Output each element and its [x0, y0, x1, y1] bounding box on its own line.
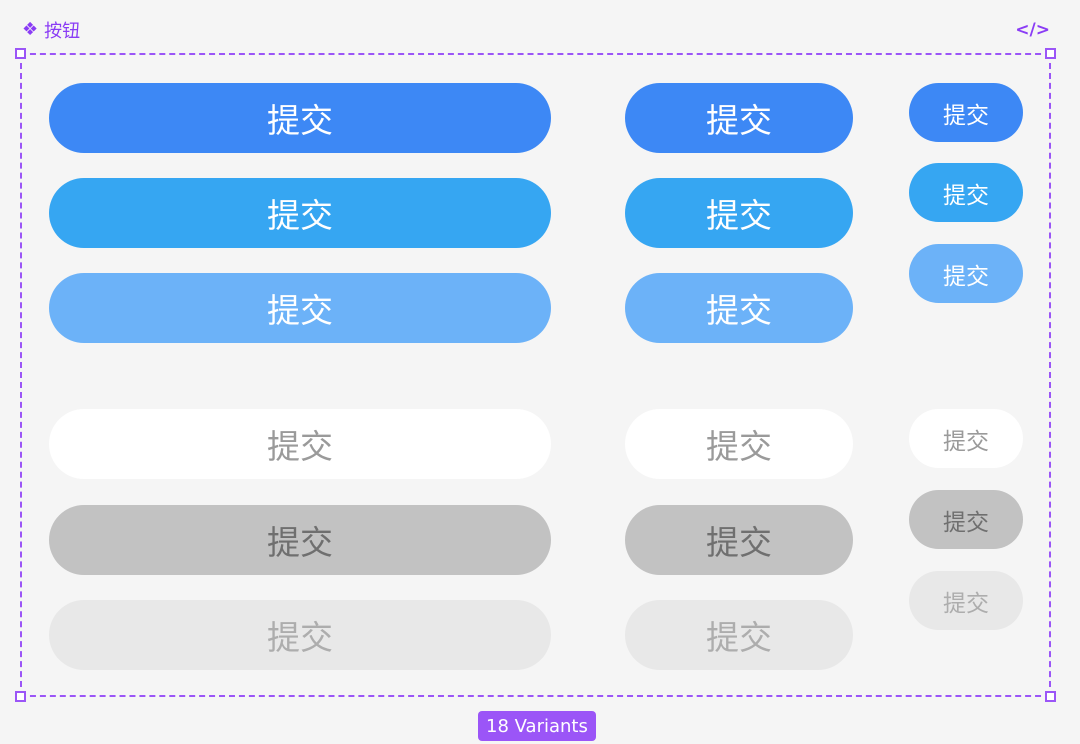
- submit-button-medium-primary-light[interactable]: 提交: [625, 273, 853, 343]
- submit-button-large-primary[interactable]: 提交: [49, 83, 551, 153]
- submit-button-medium-primary-hover[interactable]: 提交: [625, 178, 853, 248]
- variants-count-badge: 18 Variants: [478, 711, 596, 741]
- submit-button-small-pressed[interactable]: 提交: [909, 490, 1023, 549]
- resize-handle-bottom-right[interactable]: [1045, 691, 1056, 702]
- submit-button-large-default[interactable]: 提交: [49, 409, 551, 479]
- submit-button-small-primary[interactable]: 提交: [909, 83, 1023, 142]
- submit-button-large-primary-hover[interactable]: 提交: [49, 178, 551, 248]
- submit-button-large-pressed[interactable]: 提交: [49, 505, 551, 575]
- resize-handle-top-left[interactable]: [15, 48, 26, 59]
- submit-button-small-primary-light[interactable]: 提交: [909, 244, 1023, 303]
- submit-button-small-primary-hover[interactable]: 提交: [909, 163, 1023, 222]
- submit-button-large-primary-light[interactable]: 提交: [49, 273, 551, 343]
- component-title: 按钮: [44, 21, 81, 42]
- component-header: ❖ 按钮: [22, 16, 80, 44]
- submit-button-medium-disabled[interactable]: 提交: [625, 600, 853, 670]
- component-diamond-icon: ❖: [22, 19, 39, 40]
- submit-button-small-default[interactable]: 提交: [909, 409, 1023, 468]
- submit-button-medium-default[interactable]: 提交: [625, 409, 853, 479]
- code-view-icon[interactable]: </>: [1015, 16, 1050, 44]
- resize-handle-top-right[interactable]: [1045, 48, 1056, 59]
- submit-button-large-disabled[interactable]: 提交: [49, 600, 551, 670]
- resize-handle-bottom-left[interactable]: [15, 691, 26, 702]
- submit-button-medium-primary[interactable]: 提交: [625, 83, 853, 153]
- submit-button-small-disabled[interactable]: 提交: [909, 571, 1023, 630]
- submit-button-medium-pressed[interactable]: 提交: [625, 505, 853, 575]
